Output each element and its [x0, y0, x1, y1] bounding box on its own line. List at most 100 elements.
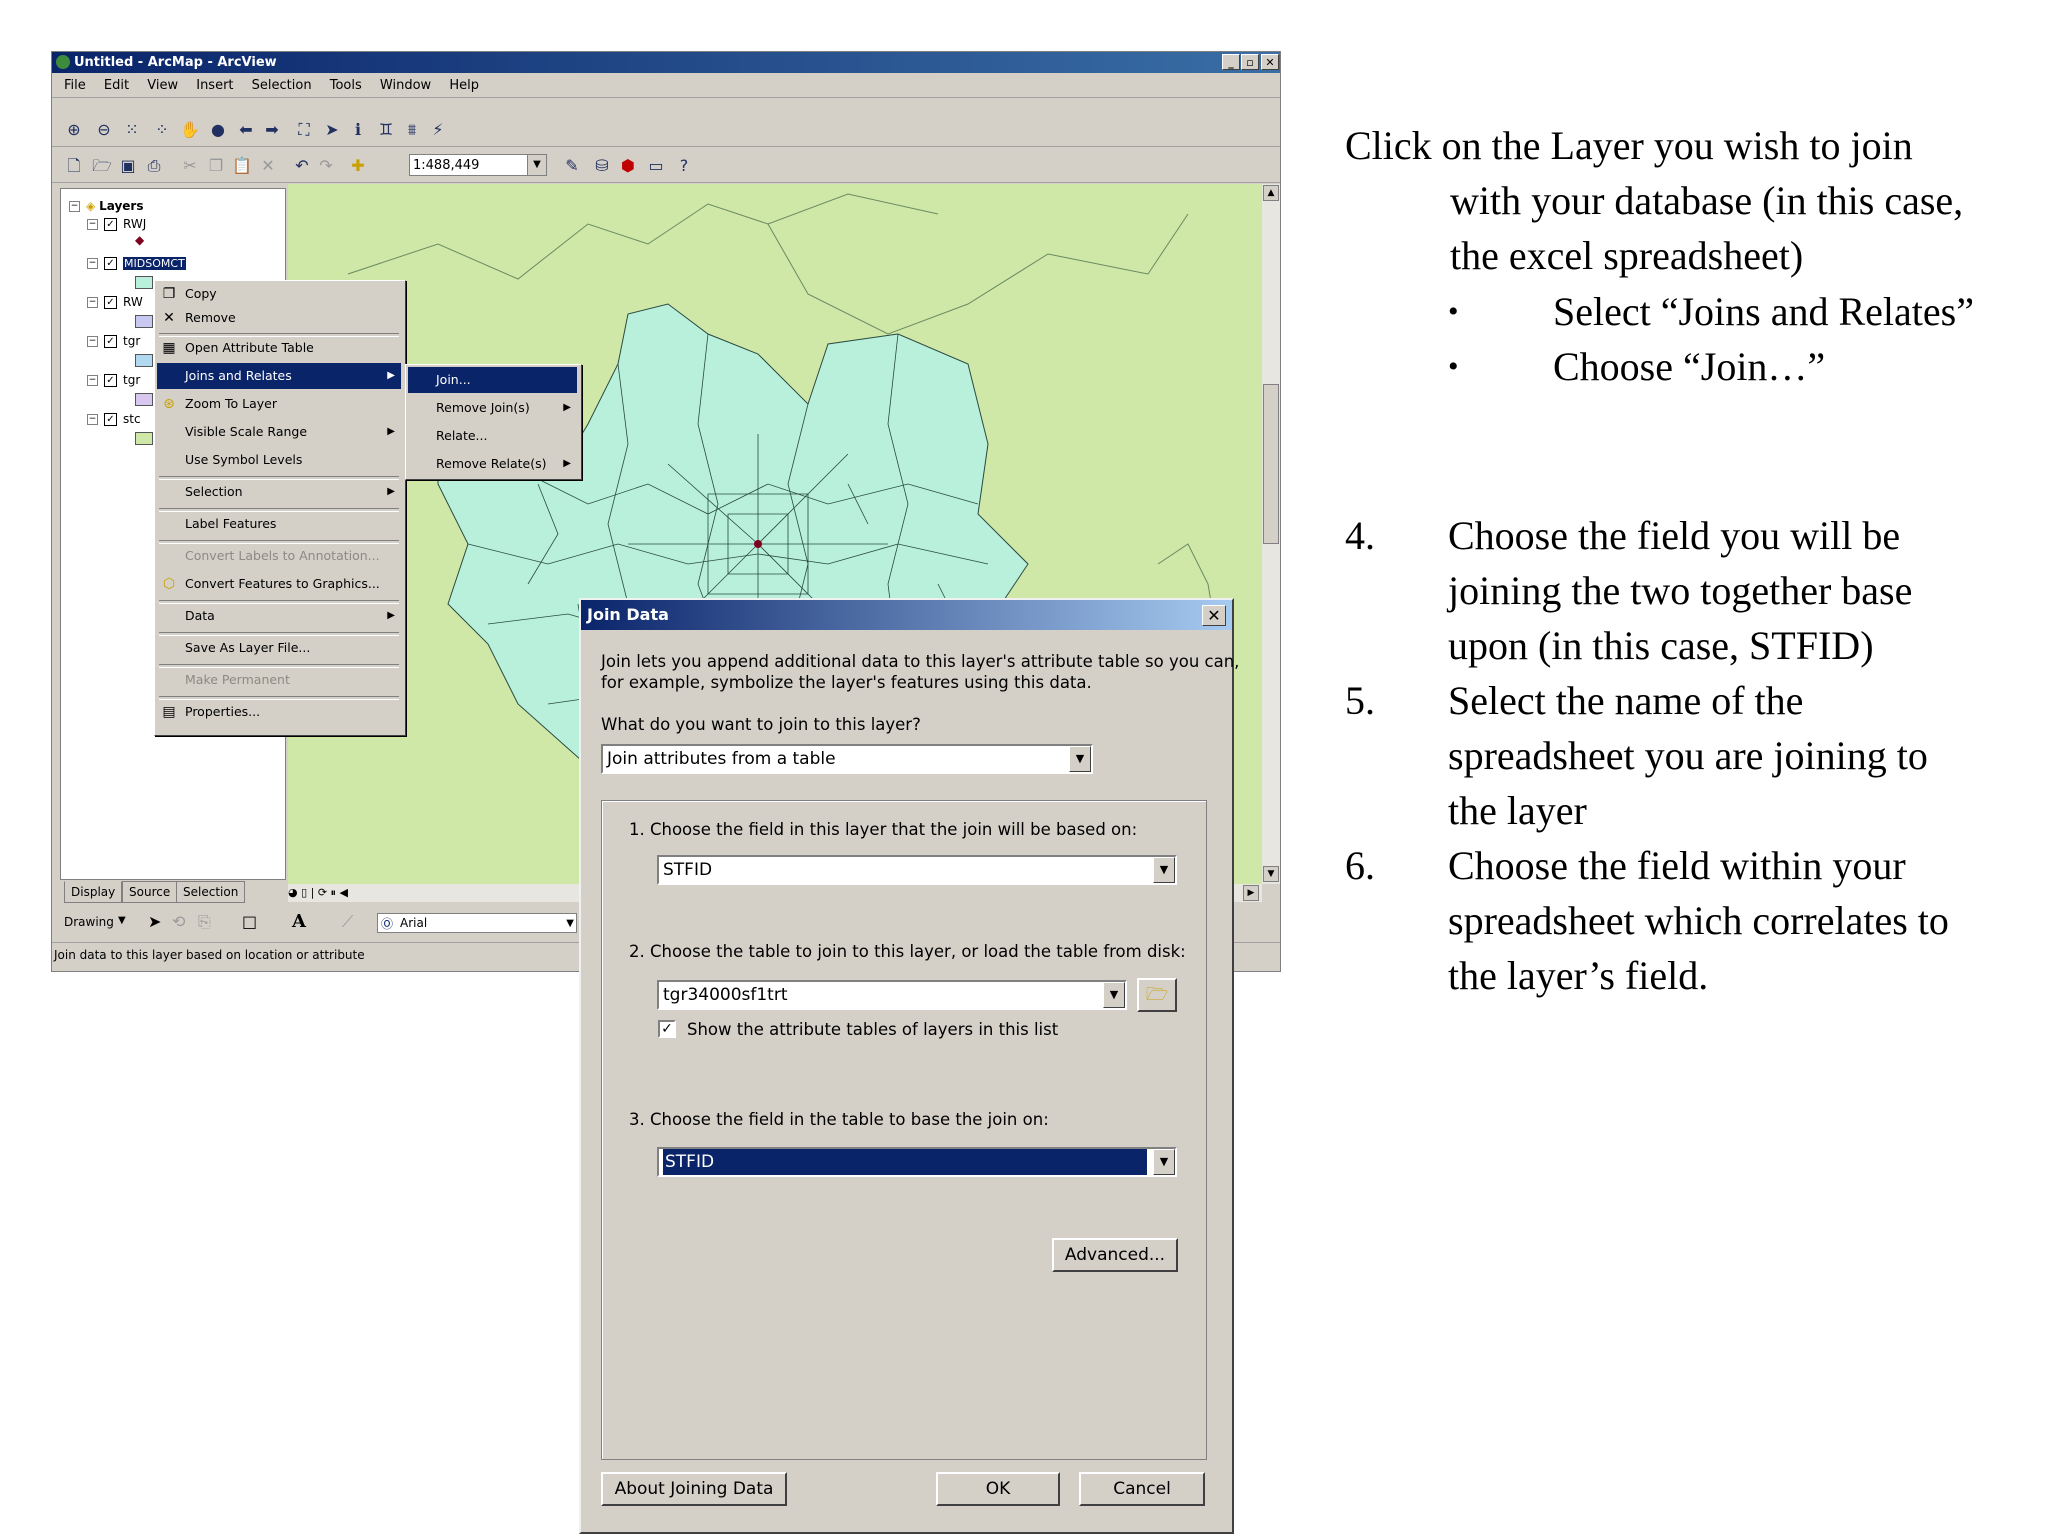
menu-item-relate[interactable]: Relate... — [408, 423, 577, 449]
identify-icon[interactable]: ℹ — [348, 120, 368, 140]
new-document-icon[interactable]: 🗋 — [64, 156, 84, 176]
fixed-zoom-out-icon[interactable]: ⁘ — [152, 120, 172, 140]
menu-view[interactable]: View — [147, 78, 178, 93]
forward-arrow-icon[interactable]: ➡ — [262, 120, 282, 140]
chevron-down-icon[interactable]: ▼ — [527, 155, 546, 175]
advanced-button[interactable]: Advanced... — [1052, 1238, 1178, 1272]
layer-visibility-checkbox[interactable]: ✓ — [104, 374, 117, 387]
join-type-select[interactable]: Join attributes from a table ▼ — [601, 744, 1093, 774]
measure-icon[interactable]: ⩩ — [402, 120, 422, 140]
drawing-menu[interactable]: Drawing — [64, 915, 114, 929]
menu-item-properties[interactable]: ▤ Properties... — [157, 699, 401, 725]
save-icon[interactable]: ▣ — [118, 156, 138, 176]
chevron-down-icon[interactable]: ▼ — [1069, 746, 1091, 772]
fixed-zoom-in-icon[interactable]: ⁙ — [122, 120, 142, 140]
arccatalog-icon[interactable]: ⛁ — [592, 156, 612, 176]
menu-item-copy[interactable]: ❐ Copy — [157, 281, 401, 307]
hyperlink-lightning-icon[interactable]: ⚡ — [428, 120, 448, 140]
menu-help[interactable]: Help — [449, 78, 479, 93]
redo-icon[interactable]: ↷ — [316, 156, 336, 176]
command-line-icon[interactable]: ▭ — [646, 156, 666, 176]
map-vertical-scrollbar[interactable]: ▲ ▼ — [1262, 184, 1280, 884]
chevron-down-icon[interactable]: ▼ — [566, 914, 574, 933]
close-button[interactable]: ✕ — [1261, 54, 1279, 70]
scroll-right-icon[interactable]: ▶ — [1243, 885, 1259, 901]
menu-tools[interactable]: Tools — [330, 78, 362, 93]
map-scale-input[interactable]: 1:488,449 ▼ — [409, 154, 547, 176]
text-tool-icon[interactable]: A — [292, 911, 306, 932]
collapse-icon[interactable]: − — [87, 336, 98, 347]
collapse-icon[interactable]: − — [87, 258, 98, 269]
edit-vertices-icon[interactable]: ⟋ — [342, 912, 353, 932]
toc-layer-stc[interactable]: − ✓ stc — [87, 412, 141, 426]
select-elements-pointer-icon[interactable]: ➤ — [322, 120, 342, 140]
maximize-button[interactable]: ▫ — [1241, 54, 1259, 70]
collapse-icon[interactable]: − — [87, 375, 98, 386]
collapse-icon[interactable]: − — [87, 297, 98, 308]
menu-item-convert-features-to-graphics[interactable]: ⬡ Convert Features to Graphics... — [157, 571, 401, 597]
toc-layer-rwj[interactable]: − ✓ RWJ — [87, 217, 146, 231]
menu-file[interactable]: File — [64, 78, 86, 93]
add-data-icon[interactable]: ✚ — [348, 156, 368, 176]
collapse-icon[interactable]: − — [69, 201, 80, 212]
menu-item-remove-relates[interactable]: Remove Relate(s) ▶ — [408, 451, 577, 477]
paste-icon[interactable]: 📋 — [232, 156, 252, 176]
menu-item-use-symbol-levels[interactable]: Use Symbol Levels — [157, 447, 401, 473]
layer-visibility-checkbox[interactable]: ✓ — [104, 257, 117, 270]
cancel-button[interactable]: Cancel — [1079, 1472, 1205, 1506]
zoom-in-icon[interactable]: ⊕ — [64, 120, 84, 140]
chevron-down-icon[interactable]: ▼ — [118, 915, 126, 926]
layer-visibility-checkbox[interactable]: ✓ — [104, 335, 117, 348]
print-icon[interactable]: ⎙ — [144, 156, 164, 176]
find-binoculars-icon[interactable]: ♊ — [376, 120, 396, 140]
select-features-icon[interactable]: ⛶ — [294, 120, 314, 140]
chevron-down-icon[interactable]: ▼ — [1103, 982, 1125, 1008]
ok-button[interactable]: OK — [936, 1472, 1060, 1506]
select-elements-pointer-icon[interactable]: ➤ — [148, 912, 161, 931]
minimize-button[interactable]: _ — [1222, 54, 1240, 70]
chevron-down-icon[interactable]: ▼ — [1153, 857, 1175, 883]
toc-layer-tgr-1[interactable]: − ✓ tgr — [87, 334, 140, 348]
layout-view-buttons[interactable]: ◕ ▯ | ⟳ ⏸ ◀ — [288, 885, 348, 901]
menu-window[interactable]: Window — [380, 78, 431, 93]
menu-item-remove[interactable]: ✕ Remove — [157, 305, 401, 331]
menu-item-joins-and-relates[interactable]: Joins and Relates ▶ — [157, 363, 401, 389]
dialog-close-icon[interactable]: ✕ — [1202, 605, 1226, 626]
pan-hand-icon[interactable]: ✋ — [180, 120, 200, 140]
about-joining-data-button[interactable]: About Joining Data — [601, 1472, 787, 1506]
scroll-up-icon[interactable]: ▲ — [1263, 185, 1279, 201]
toc-layer-rw[interactable]: − ✓ RW — [87, 295, 143, 309]
zoom-to-selected-icon[interactable]: ⎘ — [198, 912, 211, 932]
show-layers-checkbox[interactable]: ✓ — [658, 1020, 676, 1038]
menu-item-selection[interactable]: Selection ▶ — [157, 479, 401, 505]
rotate-icon[interactable]: ⟲ — [172, 912, 185, 931]
collapse-icon[interactable]: − — [87, 414, 98, 425]
full-extent-globe-icon[interactable]: ● — [208, 120, 228, 140]
menu-edit[interactable]: Edit — [104, 78, 129, 93]
delete-x-icon[interactable]: ✕ — [258, 156, 278, 176]
scroll-thumb[interactable] — [1263, 384, 1279, 544]
layer-field-select[interactable]: STFID ▼ — [657, 855, 1177, 885]
menu-item-join[interactable]: Join... — [408, 367, 577, 393]
chevron-down-icon[interactable]: ▼ — [1153, 1149, 1175, 1175]
tab-display[interactable]: Display — [64, 881, 123, 903]
layer-visibility-checkbox[interactable]: ✓ — [104, 413, 117, 426]
rectangle-tool-icon[interactable]: □ — [242, 912, 257, 931]
join-table-select[interactable]: tgr34000sf1trt ▼ — [657, 980, 1127, 1010]
collapse-icon[interactable]: − — [87, 219, 98, 230]
layer-visibility-checkbox[interactable]: ✓ — [104, 296, 117, 309]
back-arrow-icon[interactable]: ⬅ — [236, 120, 256, 140]
editor-toolbar-icon[interactable]: ✎ — [562, 156, 582, 176]
menu-item-label-features[interactable]: Label Features — [157, 511, 401, 537]
open-folder-icon[interactable]: 🗁 — [92, 156, 112, 176]
arctoolbox-icon[interactable]: ⬢ — [618, 156, 638, 176]
window-titlebar[interactable]: Untitled - ArcMap - ArcView _ ▫ ✕ — [52, 52, 1280, 73]
scroll-down-icon[interactable]: ▼ — [1263, 866, 1279, 882]
tab-source[interactable]: Source — [122, 881, 178, 903]
menu-selection[interactable]: Selection — [252, 78, 312, 93]
menu-item-remove-joins[interactable]: Remove Join(s) ▶ — [408, 395, 577, 421]
whats-this-help-icon[interactable]: ? — [674, 156, 694, 176]
undo-icon[interactable]: ↶ — [292, 156, 312, 176]
cut-scissors-icon[interactable]: ✂ — [180, 156, 200, 176]
zoom-out-icon[interactable]: ⊖ — [94, 120, 114, 140]
